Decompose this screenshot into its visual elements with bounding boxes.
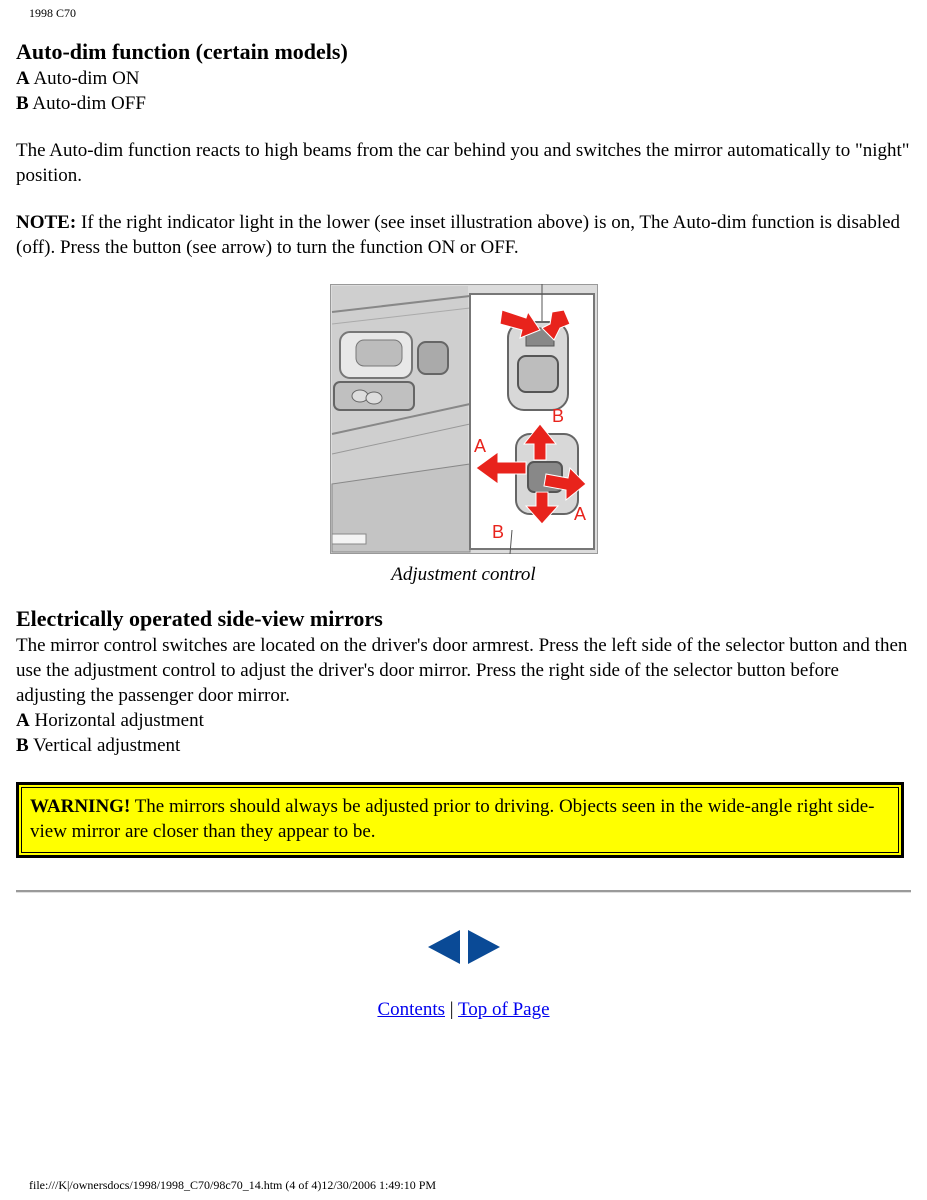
autodim-note: NOTE: If the right indicator light in th… xyxy=(16,210,911,260)
arrow-right-icon[interactable] xyxy=(467,930,500,964)
mirrors-item-b: B Vertical adjustment xyxy=(16,733,911,758)
mirror-control-illustration: B A A B xyxy=(329,284,598,554)
autodim-title: Auto-dim function (certain models) xyxy=(16,39,348,64)
warning-body: The mirrors should always be adjusted pr… xyxy=(30,796,875,842)
autodim-item-a: A Auto-dim ON xyxy=(16,66,911,91)
note-text: If the right indicator light in the lowe… xyxy=(16,212,901,258)
item-key: A xyxy=(16,68,30,89)
document-header-label: 1998 C70 xyxy=(29,6,77,20)
note-label: NOTE: xyxy=(16,212,77,233)
warning-label: WARNING! xyxy=(30,796,131,817)
item-text: Vertical adjustment xyxy=(33,735,181,756)
warning-text: WARNING! The mirrors should always be ad… xyxy=(21,787,899,853)
svg-text:A: A xyxy=(574,504,586,524)
svg-text:B: B xyxy=(492,522,504,542)
autodim-item-b: B Auto-dim OFF xyxy=(16,91,911,116)
mirrors-title: Electrically operated side-view mirrors xyxy=(16,606,383,631)
item-key: A xyxy=(16,710,30,731)
svg-text:B: B xyxy=(552,406,564,426)
arrow-left-icon[interactable] xyxy=(427,930,460,964)
section-divider xyxy=(16,890,911,893)
item-text: Auto-dim OFF xyxy=(32,93,146,114)
item-text: Auto-dim ON xyxy=(33,68,140,89)
page-navigation: Contents | Top of Page xyxy=(0,930,927,1021)
link-separator: | xyxy=(445,999,458,1020)
item-key: B xyxy=(16,93,29,114)
top-of-page-link[interactable]: Top of Page xyxy=(458,999,550,1020)
figure-caption: Adjustment control xyxy=(391,564,536,585)
warning-box: WARNING! The mirrors should always be ad… xyxy=(16,782,904,858)
file-path-footer: file:///K|/ownersdocs/1998/1998_C70/98c7… xyxy=(29,1178,437,1192)
mirrors-item-a: A Horizontal adjustment xyxy=(16,708,911,733)
mirrors-paragraph: The mirror control switches are located … xyxy=(16,635,908,706)
adjustment-figure: B A A B Adjustment control xyxy=(16,284,911,587)
item-key: B xyxy=(16,735,29,756)
item-text: Horizontal adjustment xyxy=(34,710,204,731)
autodim-paragraph: The Auto-dim function reacts to high bea… xyxy=(16,140,910,186)
contents-link[interactable]: Contents xyxy=(377,999,445,1020)
svg-text:A: A xyxy=(474,436,486,456)
main-content: Auto-dim function (certain models) A Aut… xyxy=(16,38,911,893)
